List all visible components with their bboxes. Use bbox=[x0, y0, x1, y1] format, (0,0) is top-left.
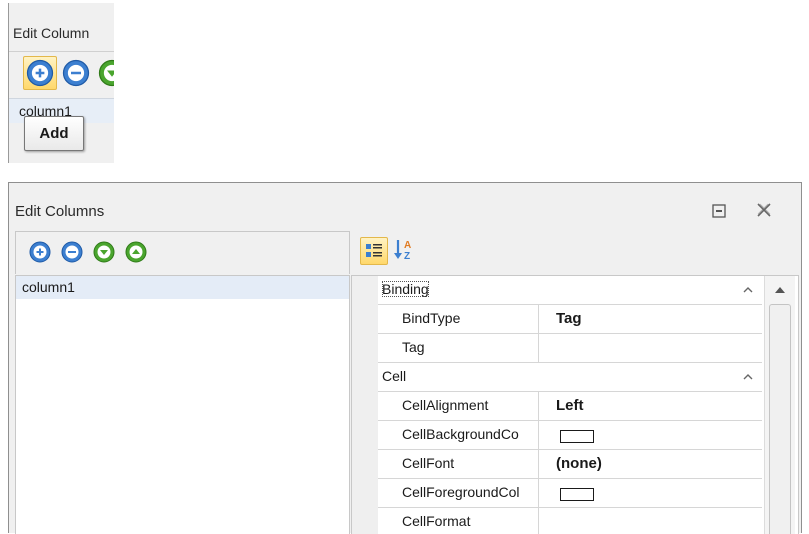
property-value[interactable]: Tag bbox=[556, 310, 582, 327]
columns-list[interactable]: column1 bbox=[15, 275, 350, 534]
move-down-icon[interactable] bbox=[92, 240, 116, 264]
snippet-add-button[interactable] bbox=[23, 56, 57, 90]
categorized-icon bbox=[366, 244, 382, 257]
chevron-up-icon[interactable] bbox=[742, 371, 754, 383]
categorized-button[interactable] bbox=[360, 237, 388, 265]
move-down-icon[interactable] bbox=[97, 58, 115, 88]
snippet-crop-edge bbox=[114, 3, 809, 163]
snippet-title: Edit Column bbox=[13, 25, 90, 41]
color-swatch[interactable] bbox=[560, 430, 594, 443]
property-grid: Binding BindType Tag Tag Cell CellAlignm… bbox=[351, 275, 799, 534]
dialog-title: Edit Columns bbox=[15, 203, 105, 220]
add-tooltip: Add bbox=[24, 116, 84, 151]
svg-text:Z: Z bbox=[404, 251, 410, 262]
scroll-up-icon[interactable] bbox=[774, 285, 786, 295]
grid-gutter bbox=[352, 276, 378, 534]
svg-text:A: A bbox=[404, 240, 411, 251]
category-binding[interactable]: Binding bbox=[378, 276, 762, 305]
property-name: Tag bbox=[402, 339, 425, 355]
category-label: Binding bbox=[382, 281, 429, 297]
zoomed-snippet: Edit Column column1 Add bbox=[8, 3, 115, 163]
edit-columns-dialog: Edit Columns column1 A Z Binding BindTyp… bbox=[8, 182, 802, 534]
category-label: Cell bbox=[382, 368, 407, 384]
category-cell[interactable]: Cell bbox=[378, 363, 762, 392]
list-item-label: column1 bbox=[22, 279, 75, 295]
property-value[interactable]: Left bbox=[556, 397, 584, 414]
move-up-icon[interactable] bbox=[124, 240, 148, 264]
chevron-up-icon[interactable] bbox=[742, 284, 754, 296]
restore-icon[interactable] bbox=[709, 201, 729, 221]
remove-icon[interactable] bbox=[60, 240, 84, 264]
list-item[interactable]: column1 bbox=[16, 276, 349, 299]
property-toolbar: A Z bbox=[351, 231, 797, 273]
snippet-divider bbox=[9, 51, 115, 52]
property-row[interactable]: CellFormat bbox=[378, 508, 762, 534]
add-icon[interactable] bbox=[28, 240, 52, 264]
alphabetical-sort-icon: A Z bbox=[394, 240, 411, 262]
property-row[interactable]: CellForegroundCol bbox=[378, 479, 762, 508]
add-icon bbox=[26, 59, 54, 87]
alphabetical-button[interactable]: A Z bbox=[391, 237, 417, 263]
remove-icon[interactable] bbox=[61, 58, 91, 88]
property-row[interactable]: CellFont (none) bbox=[378, 450, 762, 479]
property-name: CellBackgroundCo bbox=[402, 426, 519, 442]
property-row[interactable]: BindType Tag bbox=[378, 305, 762, 334]
scrollbar-thumb[interactable] bbox=[769, 304, 791, 534]
property-name: CellAlignment bbox=[402, 397, 489, 413]
close-icon[interactable] bbox=[753, 199, 775, 221]
property-name: CellForegroundCol bbox=[402, 484, 520, 500]
property-row[interactable]: Tag bbox=[378, 334, 762, 363]
property-name: CellFont bbox=[402, 455, 455, 471]
vertical-scrollbar[interactable] bbox=[764, 276, 795, 534]
columns-toolbar bbox=[15, 231, 350, 274]
property-row[interactable]: CellBackgroundCo bbox=[378, 421, 762, 450]
property-row[interactable]: CellAlignment Left bbox=[378, 392, 762, 421]
property-name: BindType bbox=[402, 310, 461, 326]
property-name: CellFormat bbox=[402, 513, 471, 529]
color-swatch[interactable] bbox=[560, 488, 594, 501]
property-value[interactable]: (none) bbox=[556, 455, 602, 472]
